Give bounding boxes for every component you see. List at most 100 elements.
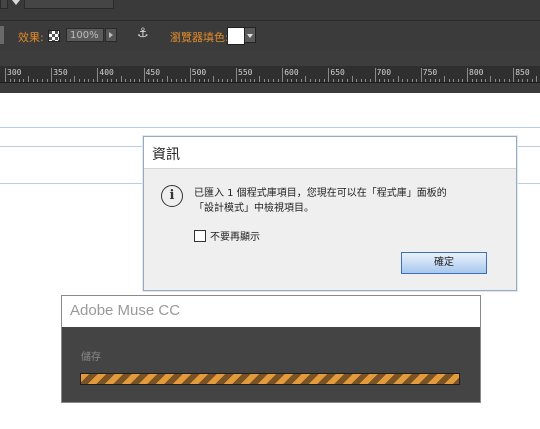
ruler-minor-tick bbox=[494, 79, 496, 82]
ruler-minor-tick bbox=[397, 76, 399, 82]
ruler-minor-tick bbox=[69, 79, 71, 82]
ruler-minor-tick bbox=[143, 76, 145, 82]
ruler-minor-tick bbox=[365, 79, 367, 82]
ruler-minor-tick bbox=[439, 79, 441, 82]
ruler-minor-tick bbox=[314, 79, 316, 82]
ruler-minor-tick bbox=[106, 79, 108, 82]
ruler-minor-tick bbox=[476, 79, 478, 82]
ruler-minor-tick bbox=[240, 79, 242, 82]
dont-show-again-label[interactable]: 不要再顯示 bbox=[210, 228, 260, 243]
ruler-minor-tick bbox=[485, 79, 487, 82]
panel-gap bbox=[0, 50, 540, 66]
ruler-minor-tick bbox=[83, 79, 85, 82]
ruler-minor-tick bbox=[443, 76, 445, 82]
info-dialog: 資訊 i 已匯入 1 個程式庫項目，您現在可以在「程式庫」面板的 「設計模式」中… bbox=[143, 136, 517, 291]
ruler-minor-tick bbox=[508, 79, 510, 82]
ruler-minor-tick bbox=[203, 79, 205, 82]
ruler-label: 700 bbox=[376, 68, 392, 77]
ruler-minor-tick bbox=[236, 76, 237, 82]
ruler-minor-tick bbox=[406, 79, 408, 82]
top-toolbar-strip bbox=[0, 0, 540, 20]
ruler-minor-tick bbox=[97, 76, 99, 82]
ruler-label: 300 bbox=[7, 68, 22, 77]
ruler-minor-tick bbox=[249, 79, 251, 82]
ruler-minor-tick bbox=[23, 79, 25, 82]
ruler-minor-tick bbox=[9, 79, 11, 82]
ruler-minor-tick bbox=[300, 79, 302, 82]
ruler-minor-tick bbox=[282, 76, 284, 82]
ruler-minor-tick bbox=[18, 79, 20, 82]
transparency-icon[interactable] bbox=[48, 30, 60, 42]
ok-button[interactable]: 確定 bbox=[401, 252, 487, 274]
ruler-minor-tick bbox=[60, 79, 62, 82]
progress-bar-fill bbox=[81, 374, 459, 384]
ruler-minor-tick bbox=[14, 79, 16, 82]
info-message-line-1: 已匯入 1 個程式庫項目，您現在可以在「程式庫」面板的 bbox=[194, 188, 447, 199]
ruler-minor-tick bbox=[254, 79, 256, 82]
ruler-minor-tick bbox=[337, 79, 339, 82]
ruler-minor-tick bbox=[37, 79, 39, 82]
ruler-minor-tick bbox=[513, 76, 515, 82]
muse-dialog-titlebar: Adobe Muse CC bbox=[62, 296, 480, 327]
ruler-minor-tick bbox=[346, 79, 348, 82]
ruler-minor-tick bbox=[199, 79, 201, 82]
ruler-minor-tick bbox=[448, 79, 450, 82]
browser-fill-dropdown[interactable] bbox=[244, 27, 256, 43]
ruler-label: 500 bbox=[191, 68, 207, 77]
ruler-minor-tick bbox=[342, 79, 344, 82]
ruler-minor-tick bbox=[490, 76, 492, 82]
ruler-minor-tick bbox=[55, 79, 57, 82]
chevron-down-icon[interactable] bbox=[12, 0, 20, 5]
ruler-minor-tick bbox=[527, 79, 529, 82]
opacity-input[interactable]: 100% bbox=[66, 28, 104, 42]
ruler-minor-tick bbox=[138, 79, 140, 82]
progress-status-text: 儲存 bbox=[81, 352, 101, 363]
info-dialog-title: 資訊 bbox=[152, 147, 180, 163]
ruler-label: 850 bbox=[515, 68, 530, 77]
ruler-minor-tick bbox=[231, 79, 233, 82]
ruler-minor-tick bbox=[175, 79, 177, 82]
ruler-minor-tick bbox=[319, 79, 321, 82]
ruler-minor-tick bbox=[430, 79, 432, 82]
ruler-minor-tick bbox=[356, 79, 358, 82]
ruler-minor-tick bbox=[148, 79, 150, 82]
opacity-slider-button[interactable] bbox=[105, 28, 117, 42]
ruler-minor-tick bbox=[388, 79, 390, 82]
ruler-minor-tick bbox=[28, 76, 30, 82]
muse-progress-dialog: Adobe Muse CC 儲存 bbox=[61, 295, 481, 403]
ruler-minor-tick bbox=[111, 79, 113, 82]
ruler-minor-tick bbox=[157, 79, 159, 82]
ruler-minor-tick bbox=[259, 76, 261, 82]
ruler-minor-tick bbox=[88, 79, 90, 82]
ruler-minor-tick bbox=[467, 76, 468, 82]
ruler-minor-tick bbox=[425, 79, 427, 82]
control-bar-edge bbox=[0, 26, 4, 44]
horizontal-ruler: 300 350 400 450 500 550 600 650 700 750 800 850 bbox=[0, 66, 540, 83]
ruler-minor-tick bbox=[434, 79, 436, 82]
ruler-minor-tick bbox=[309, 79, 311, 82]
toolbar-segment bbox=[0, 0, 8, 9]
ruler-minor-tick bbox=[115, 79, 117, 82]
ruler-minor-tick bbox=[305, 76, 307, 82]
anchor-icon[interactable]: ⚓ bbox=[137, 26, 149, 41]
ruler-minor-tick bbox=[134, 79, 136, 82]
browser-fill-swatch[interactable] bbox=[227, 27, 245, 45]
control-bar: 效果: 100% ⚓ 瀏覽器填色: bbox=[0, 20, 540, 52]
ruler-minor-tick bbox=[393, 79, 395, 82]
toolbar-segment bbox=[24, 0, 114, 9]
ruler-minor-tick bbox=[245, 79, 247, 82]
ruler-minor-tick bbox=[226, 79, 228, 82]
ruler-minor-tick bbox=[74, 76, 76, 82]
dont-show-again-checkbox[interactable] bbox=[194, 230, 206, 242]
ruler-label: 800 bbox=[469, 68, 484, 77]
ruler-minor-tick bbox=[536, 76, 538, 82]
ruler-minor-tick bbox=[374, 76, 376, 82]
ruler-minor-tick bbox=[51, 76, 53, 82]
ruler-minor-tick bbox=[152, 79, 154, 82]
ruler-label: 350 bbox=[53, 68, 68, 77]
ruler-minor-tick bbox=[268, 79, 270, 82]
ruler-minor-tick bbox=[208, 79, 210, 82]
ruler-minor-tick bbox=[296, 79, 298, 82]
ruler-minor-tick bbox=[503, 79, 505, 82]
ruler-minor-tick bbox=[416, 79, 418, 82]
